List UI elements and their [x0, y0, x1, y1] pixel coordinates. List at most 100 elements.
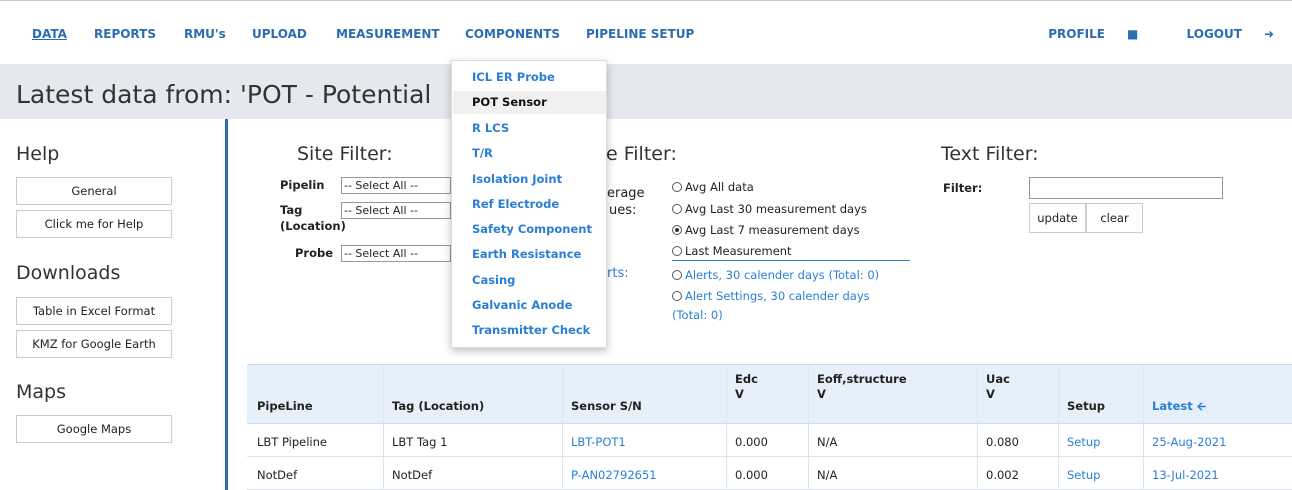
col-eoff[interactable]: Eoff,structure: [817, 372, 907, 386]
nav-user-area: PROFILE ■ LOGOUT ➜: [1004, 27, 1274, 41]
average-label: erage: [607, 186, 645, 201]
col-tag[interactable]: Tag (Location): [392, 399, 484, 413]
radio-label: Avg All data: [685, 180, 754, 194]
cell-tag: LBT Tag 1: [392, 435, 448, 449]
menu-item-icl-er-probe[interactable]: ICL ER Probe: [472, 70, 555, 84]
profile-label: PROFILE: [1048, 27, 1105, 41]
radio-circle[interactable]: [672, 291, 682, 301]
menu-item-r-lcs[interactable]: R LCS: [472, 121, 509, 135]
menu-item-ref-electrode[interactable]: Ref Electrode: [472, 197, 559, 211]
col-edc-unit: V: [735, 387, 744, 401]
radio-circle[interactable]: [672, 182, 682, 192]
values-label: ues:: [609, 203, 637, 218]
table-row: LBT Pipeline LBT Tag 1 LBT-POT1 0.000 N/…: [247, 424, 1292, 457]
nav-reports[interactable]: REPORTS: [94, 27, 156, 41]
cell-tag: NotDef: [392, 468, 433, 482]
col-edc[interactable]: Edc: [735, 372, 758, 386]
maps-heading: Maps: [16, 381, 66, 403]
col-sensor[interactable]: Sensor S/N: [571, 399, 642, 413]
table-header: PipeLine Tag (Location) Sensor S/N Edc V…: [247, 364, 1292, 424]
site-filter-heading: Site Filter:: [297, 143, 393, 165]
radio-circle[interactable]: [672, 270, 682, 280]
google-maps-button[interactable]: Google Maps: [16, 415, 172, 443]
alert-option-label: Alert Settings, 30 calender days: [685, 289, 870, 303]
nav-rmus[interactable]: RMU's: [184, 27, 226, 41]
nav-pipeline-setup[interactable]: PIPELINE SETUP: [586, 27, 694, 41]
value-filter-heading: e Filter:: [606, 143, 677, 165]
divider: [672, 260, 910, 261]
cell-sensor-link[interactable]: P-AN02792651: [571, 468, 657, 482]
general-help-button[interactable]: General: [16, 177, 172, 205]
radio-last-measurement[interactable]: Last Measurement: [672, 244, 792, 258]
update-button[interactable]: update: [1029, 203, 1086, 233]
table-row: NotDef NotDef P-AN02792651 0.000 N/A 0.0…: [247, 457, 1292, 490]
menu-item-tr[interactable]: T/R: [472, 146, 493, 160]
cell-pipeline: NotDef: [257, 468, 298, 482]
excel-download-button[interactable]: Table in Excel Format: [16, 297, 172, 325]
menu-item-galvanic-anode[interactable]: Galvanic Anode: [472, 298, 572, 312]
alerts-label: rts:: [607, 266, 629, 281]
cell-latest-link[interactable]: 25-Aug-2021: [1152, 435, 1226, 449]
cell-uac: 0.080: [986, 435, 1019, 449]
alert-option-label: Alerts, 30 calender days (Total: 0): [685, 268, 880, 282]
col-latest[interactable]: Latest 🡨: [1152, 399, 1206, 418]
col-setup[interactable]: Setup: [1067, 399, 1105, 413]
data-table: PipeLine Tag (Location) Sensor S/N Edc V…: [247, 364, 1292, 490]
user-icon: ■: [1127, 27, 1139, 41]
logout-icon: ➜: [1263, 27, 1274, 41]
cell-edc: 0.000: [735, 435, 768, 449]
nav-upload[interactable]: UPLOAD: [252, 27, 307, 41]
radio-avg-30[interactable]: Avg Last 30 measurement days: [672, 202, 867, 216]
radio-circle-selected[interactable]: [672, 225, 682, 235]
title-band: Latest data from: 'POT - Potential: [0, 64, 1292, 119]
tag-select[interactable]: -- Select All --: [341, 202, 451, 219]
menu-item-isolation-joint[interactable]: Isolation Joint: [472, 172, 562, 186]
radio-label: Avg Last 30 measurement days: [685, 202, 867, 216]
alert-settings-link[interactable]: Alert Settings, 30 calender days: [672, 289, 870, 303]
nav-components[interactable]: COMPONENTS: [465, 27, 560, 41]
col-uac-unit: V: [986, 387, 995, 401]
nav-measurement[interactable]: MEASUREMENT: [336, 27, 440, 41]
filter-input[interactable]: [1029, 177, 1223, 199]
radio-label: Last Measurement: [685, 244, 792, 258]
radio-circle[interactable]: [672, 246, 682, 256]
cell-latest-link[interactable]: 13-Jul-2021: [1152, 468, 1219, 482]
cell-setup-link[interactable]: Setup: [1067, 435, 1100, 449]
click-help-button[interactable]: Click me for Help: [16, 210, 172, 238]
cell-setup-link[interactable]: Setup: [1067, 468, 1100, 482]
alert-settings-total[interactable]: (Total: 0): [672, 308, 723, 322]
cell-eoff: N/A: [817, 468, 838, 482]
col-uac[interactable]: Uac: [986, 372, 1010, 386]
radio-circle[interactable]: [672, 204, 682, 214]
menu-item-earth-resistance[interactable]: Earth Resistance: [472, 247, 581, 261]
clear-button[interactable]: clear: [1086, 203, 1143, 233]
cell-eoff: N/A: [817, 435, 838, 449]
col-eoff-unit: V: [817, 387, 826, 401]
components-dropdown: ICL ER Probe POT Sensor R LCS T/R Isolat…: [451, 60, 607, 348]
text-filter-heading: Text Filter:: [941, 143, 1039, 165]
sidebar: Help General Click me for Help Downloads…: [0, 119, 228, 490]
menu-item-pot-sensor[interactable]: POT Sensor: [472, 95, 547, 109]
probe-select[interactable]: -- Select All --: [341, 245, 451, 262]
radio-avg-7[interactable]: Avg Last 7 measurement days: [672, 223, 860, 237]
logout-link[interactable]: LOGOUT ➜: [1165, 27, 1274, 41]
radio-avg-all[interactable]: Avg All data: [672, 180, 754, 194]
pipeline-select[interactable]: -- Select All --: [341, 177, 451, 194]
cell-sensor-link[interactable]: LBT-POT1: [571, 435, 626, 449]
col-pipeline[interactable]: PipeLine: [257, 399, 313, 413]
alerts-30-days-link[interactable]: Alerts, 30 calender days (Total: 0): [672, 268, 879, 282]
cell-edc: 0.000: [735, 468, 768, 482]
kmz-download-button[interactable]: KMZ for Google Earth: [16, 330, 172, 358]
profile-link[interactable]: PROFILE ■: [1026, 27, 1138, 41]
tag-label-location: (Location): [280, 219, 346, 233]
menu-item-safety-component[interactable]: Safety Component: [472, 222, 592, 236]
cell-pipeline: LBT Pipeline: [257, 435, 327, 449]
logout-label: LOGOUT: [1186, 27, 1242, 41]
filter-label: Filter:: [943, 181, 983, 195]
menu-item-casing[interactable]: Casing: [472, 273, 515, 287]
col-latest-label: Latest: [1152, 399, 1193, 413]
nav-data[interactable]: DATA: [32, 27, 67, 41]
arrow-left-icon: 🡨: [1196, 399, 1207, 413]
menu-item-transmitter-check[interactable]: Transmitter Check: [472, 323, 590, 337]
radio-label: Avg Last 7 measurement days: [685, 223, 860, 237]
